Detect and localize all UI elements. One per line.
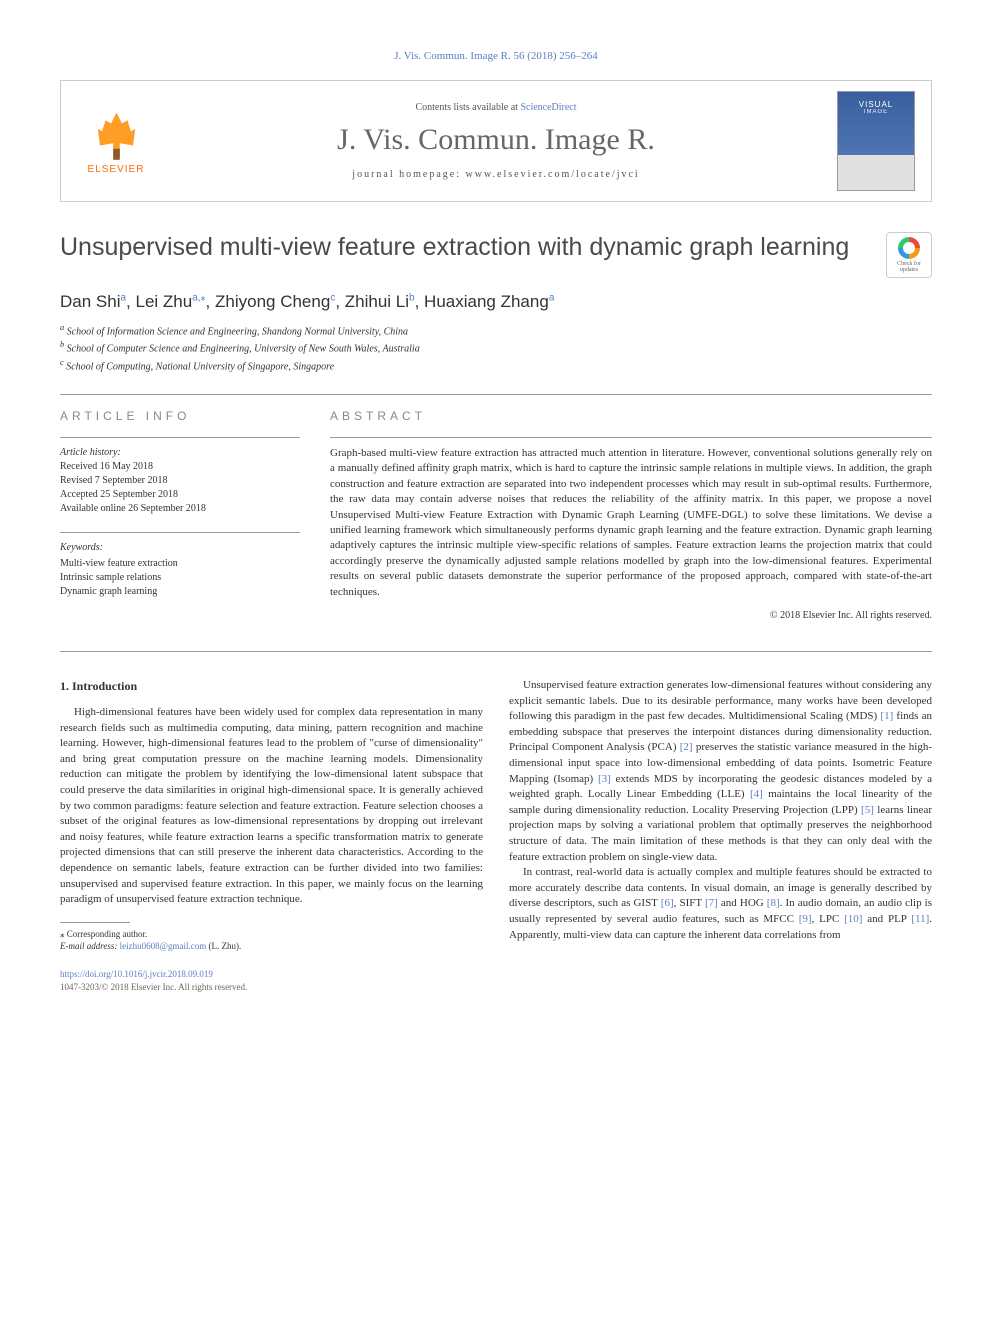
keyword-3: Dynamic graph learning [60, 585, 300, 599]
abstract-copyright: © 2018 Elsevier Inc. All rights reserved… [330, 610, 932, 621]
keyword-2: Intrinsic sample relations [60, 571, 300, 585]
author-4: Zhihui Lib [345, 292, 415, 311]
affiliations: a School of Information Science and Engi… [60, 322, 932, 374]
author-5: Huaxiang Zhanga [424, 292, 554, 311]
history-received: Received 16 May 2018 [60, 460, 300, 474]
elsevier-logo: ELSEVIER [77, 96, 155, 186]
elsevier-label: ELSEVIER [88, 164, 145, 175]
history-online: Available online 26 September 2018 [60, 502, 300, 516]
check-updates-badge[interactable]: Check forupdates [886, 232, 932, 278]
ref-link-9[interactable]: [9] [799, 913, 812, 925]
author-list: Dan Shia, Lei Zhua,⁎, Zhiyong Chengc, Zh… [60, 292, 932, 312]
author-1: Dan Shia [60, 292, 126, 311]
ref-link-4[interactable]: [4] [750, 788, 763, 800]
author-3: Zhiyong Chengc [215, 292, 335, 311]
check-updates-label: Check forupdates [897, 261, 921, 273]
footer-copyright: 1047-3203/© 2018 Elsevier Inc. All right… [60, 981, 483, 994]
ref-link-11[interactable]: [11] [911, 913, 929, 925]
abstract-text: Graph-based multi-view feature extractio… [330, 446, 932, 600]
email-footnote: E-mail address: leizhu0608@gmail.com (L.… [60, 941, 483, 953]
journal-banner: ELSEVIER Contents lists available at Sci… [60, 80, 932, 202]
elsevier-tree-icon [89, 107, 144, 162]
section-1-heading: 1. Introduction [60, 678, 483, 695]
cover-text-top: VISUAL [859, 100, 893, 109]
keyword-1: Multi-view feature extraction [60, 557, 300, 571]
divider [60, 651, 932, 652]
history-label: Article history: [60, 446, 300, 460]
intro-paragraph-2: Unsupervised feature extraction generate… [509, 678, 932, 865]
crossmark-icon [898, 237, 920, 259]
journal-cover-thumbnail: VISUAL IMAGE [837, 91, 915, 191]
ref-link-10[interactable]: [10] [844, 913, 862, 925]
footnote-separator [60, 922, 130, 923]
ref-link-5[interactable]: [5] [861, 804, 874, 816]
ref-link-7[interactable]: [7] [705, 897, 718, 909]
affiliation-a: a School of Information Science and Engi… [60, 322, 932, 339]
corresponding-email-link[interactable]: leizhu0608@gmail.com [120, 941, 207, 951]
article-history: Article history: Received 16 May 2018 Re… [60, 446, 300, 516]
history-revised: Revised 7 September 2018 [60, 474, 300, 488]
article-title: Unsupervised multi-view feature extracti… [60, 232, 868, 263]
keywords-block: Keywords: Multi-view feature extraction … [60, 541, 300, 599]
author-2: Lei Zhua,⁎ [136, 292, 206, 311]
affiliation-c: c School of Computing, National Universi… [60, 357, 932, 374]
doi-link[interactable]: https://doi.org/10.1016/j.jvcir.2018.09.… [60, 968, 483, 981]
article-info-heading: ARTICLE INFO [60, 409, 300, 423]
intro-paragraph-1: High-dimensional features have been wide… [60, 705, 483, 908]
ref-link-3[interactable]: [3] [598, 773, 611, 785]
ref-link-6[interactable]: [6] [661, 897, 674, 909]
history-accepted: Accepted 25 September 2018 [60, 488, 300, 502]
affiliation-b: b School of Computer Science and Enginee… [60, 339, 932, 356]
abstract-heading: ABSTRACT [330, 409, 932, 423]
ref-link-1[interactable]: [1] [880, 710, 893, 722]
contents-available-text: Contents lists available at ScienceDirec… [175, 102, 817, 113]
journal-name: J. Vis. Commun. Image R. [175, 123, 817, 157]
cover-text-sub: IMAGE [864, 109, 888, 115]
homepage-url[interactable]: www.elsevier.com/locate/jvci [466, 169, 640, 180]
ref-link-2[interactable]: [2] [680, 741, 693, 753]
corresponding-author-footnote: ⁎ Corresponding author. [60, 929, 483, 941]
header-citation: J. Vis. Commun. Image R. 56 (2018) 256–2… [60, 50, 932, 62]
keywords-label: Keywords: [60, 541, 300, 555]
intro-paragraph-3: In contrast, real-world data is actually… [509, 865, 932, 943]
journal-homepage: journal homepage: www.elsevier.com/locat… [175, 169, 817, 180]
divider [60, 394, 932, 395]
ref-link-8[interactable]: [8] [767, 897, 780, 909]
sciencedirect-link[interactable]: ScienceDirect [520, 102, 576, 113]
